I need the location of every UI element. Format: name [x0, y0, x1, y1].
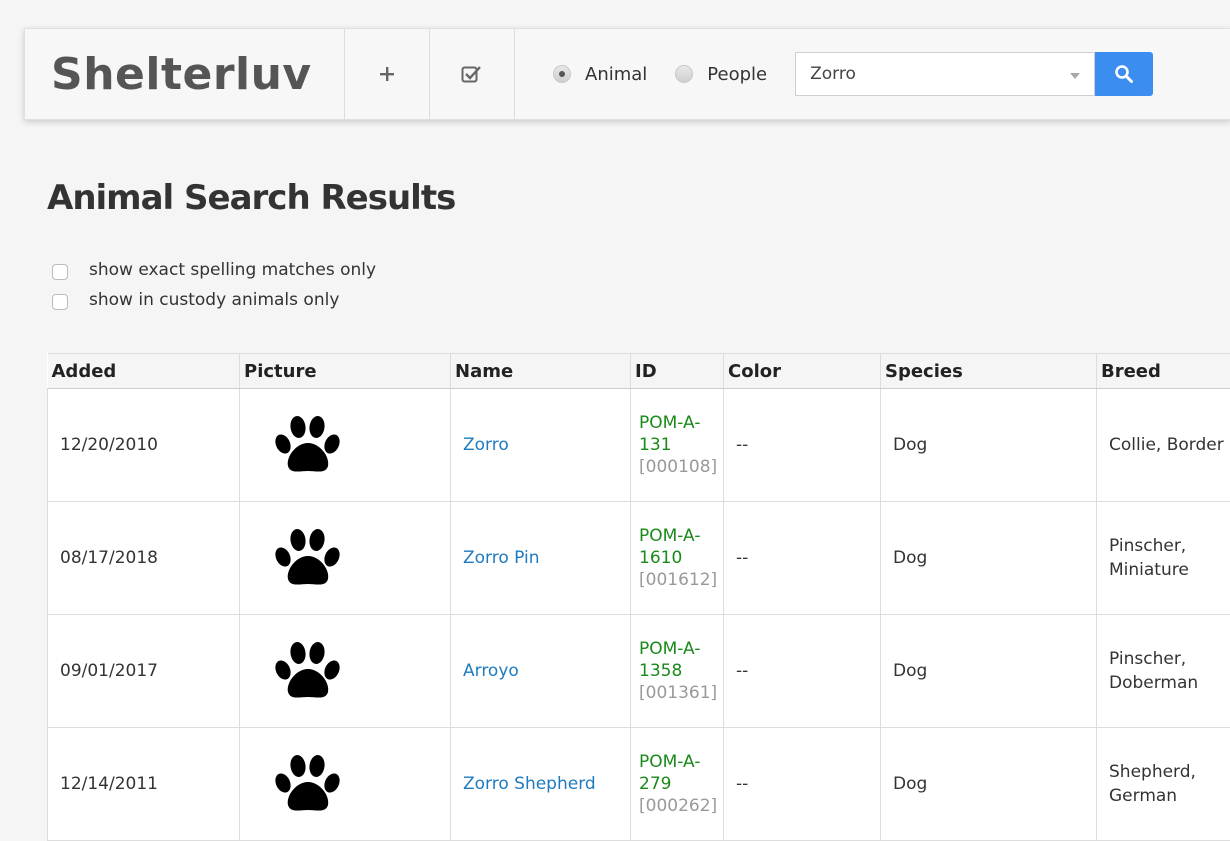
cell-name: Zorro Shepherd [451, 728, 631, 841]
column-header-name[interactable]: Name [451, 354, 631, 389]
table-row[interactable]: 12/20/2010 Zorro POM-A- 131 [000108] -- … [48, 389, 1230, 502]
table-row[interactable]: 08/17/2018 Zorro Pin POM-A- 1610 [001612… [48, 502, 1230, 615]
breed-line-1: Shepherd, [1109, 760, 1230, 784]
cell-species: Dog [881, 389, 1097, 502]
checkbox-icon [461, 64, 483, 84]
paw-icon [272, 526, 344, 590]
animal-internal-id: [000262] [639, 795, 723, 817]
search-button[interactable] [1095, 52, 1153, 96]
table-row[interactable]: 09/01/2017 Arroyo POM-A- 1358 [001361] -… [48, 615, 1230, 728]
breed-line-2: Miniature [1109, 558, 1230, 582]
cell-color: -- [724, 502, 881, 615]
filter-exact-spelling[interactable]: show exact spelling matches only [52, 255, 376, 285]
tasks-button[interactable] [430, 29, 515, 119]
animal-id-number: 131 [639, 434, 723, 456]
plus-icon [379, 66, 395, 82]
cell-added: 09/01/2017 [48, 615, 240, 728]
cell-species: Dog [881, 502, 1097, 615]
filter-in-custody-checkbox[interactable] [52, 294, 68, 310]
cell-added: 12/20/2010 [48, 389, 240, 502]
animal-id-number: 1358 [639, 660, 723, 682]
filter-in-custody-label: show in custody animals only [89, 290, 339, 310]
search-type-group: Animal People [553, 29, 795, 119]
column-header-added[interactable]: Added [48, 354, 240, 389]
cell-breed: Pinscher, Miniature [1097, 502, 1230, 615]
search-icon [1114, 64, 1134, 84]
cell-picture[interactable] [240, 502, 451, 615]
column-header-species[interactable]: Species [881, 354, 1097, 389]
cell-breed: Shepherd, German [1097, 728, 1230, 841]
search-input-value: Zorro [810, 64, 856, 84]
column-header-id[interactable]: ID [631, 354, 724, 389]
cell-picture[interactable] [240, 728, 451, 841]
cell-added: 12/14/2011 [48, 728, 240, 841]
cell-name: Zorro Pin [451, 502, 631, 615]
radio-animal-dot[interactable] [553, 65, 571, 83]
filter-in-custody[interactable]: show in custody animals only [52, 285, 376, 315]
cell-color: -- [724, 389, 881, 502]
radio-people-label: People [707, 64, 767, 85]
animal-internal-id: [000108] [639, 456, 723, 478]
animal-id-number: 1610 [639, 547, 723, 569]
cell-species: Dog [881, 615, 1097, 728]
cell-picture[interactable] [240, 615, 451, 728]
search-bar: Zorro [795, 52, 1153, 96]
animal-id-prefix: POM-A- [639, 638, 723, 660]
app-logo[interactable]: Shelterluv [25, 29, 345, 119]
animal-id-number: 279 [639, 773, 723, 795]
animal-name-link[interactable]: Zorro Pin [463, 548, 540, 568]
cell-color: -- [724, 615, 881, 728]
animal-id-prefix: POM-A- [639, 751, 723, 773]
table-header-row: Added Picture Name ID Color Species Bree… [48, 354, 1230, 389]
breed-line-1: Collie, Border [1109, 433, 1230, 457]
cell-id[interactable]: POM-A- 131 [000108] [631, 389, 724, 502]
cell-added: 08/17/2018 [48, 502, 240, 615]
cell-color: -- [724, 728, 881, 841]
filter-exact-spelling-checkbox[interactable] [52, 264, 68, 280]
paw-icon [272, 752, 344, 816]
animal-internal-id: [001612] [639, 569, 723, 591]
animal-name-link[interactable]: Arroyo [463, 661, 519, 681]
results-table: Added Picture Name ID Color Species Bree… [47, 353, 1230, 841]
breed-line-2: Doberman [1109, 671, 1230, 695]
radio-animal-label: Animal [585, 64, 647, 85]
breed-line-2: German [1109, 784, 1230, 808]
filter-options: show exact spelling matches only show in… [52, 255, 376, 315]
column-header-picture[interactable]: Picture [240, 354, 451, 389]
add-button[interactable] [345, 29, 430, 119]
radio-animal[interactable]: Animal [553, 64, 647, 85]
table-row[interactable]: 12/14/2011 Zorro Shepherd POM-A- 279 [00… [48, 728, 1230, 841]
radio-people[interactable]: People [675, 64, 767, 85]
cell-name: Zorro [451, 389, 631, 502]
cell-id[interactable]: POM-A- 1358 [001361] [631, 615, 724, 728]
paw-icon [272, 413, 344, 477]
filter-exact-spelling-label: show exact spelling matches only [89, 260, 376, 280]
animal-name-link[interactable]: Zorro [463, 435, 509, 455]
breed-line-1: Pinscher, [1109, 647, 1230, 671]
chevron-down-icon[interactable] [1070, 73, 1080, 79]
animal-id-prefix: POM-A- [639, 412, 723, 434]
animal-id-prefix: POM-A- [639, 525, 723, 547]
animal-name-link[interactable]: Zorro Shepherd [463, 774, 596, 794]
page-title: Animal Search Results [47, 178, 455, 218]
animal-internal-id: [001361] [639, 682, 723, 704]
cell-species: Dog [881, 728, 1097, 841]
cell-name: Arroyo [451, 615, 631, 728]
breed-line-1: Pinscher, [1109, 534, 1230, 558]
cell-breed: Pinscher, Doberman [1097, 615, 1230, 728]
cell-id[interactable]: POM-A- 279 [000262] [631, 728, 724, 841]
cell-breed: Collie, Border [1097, 389, 1230, 502]
search-input[interactable]: Zorro [795, 52, 1095, 96]
column-header-color[interactable]: Color [724, 354, 881, 389]
cell-id[interactable]: POM-A- 1610 [001612] [631, 502, 724, 615]
column-header-breed[interactable]: Breed [1097, 354, 1230, 389]
top-navbar: Shelterluv Animal People Zorro [24, 28, 1230, 120]
paw-icon [272, 639, 344, 703]
cell-picture[interactable] [240, 389, 451, 502]
radio-people-dot[interactable] [675, 65, 693, 83]
